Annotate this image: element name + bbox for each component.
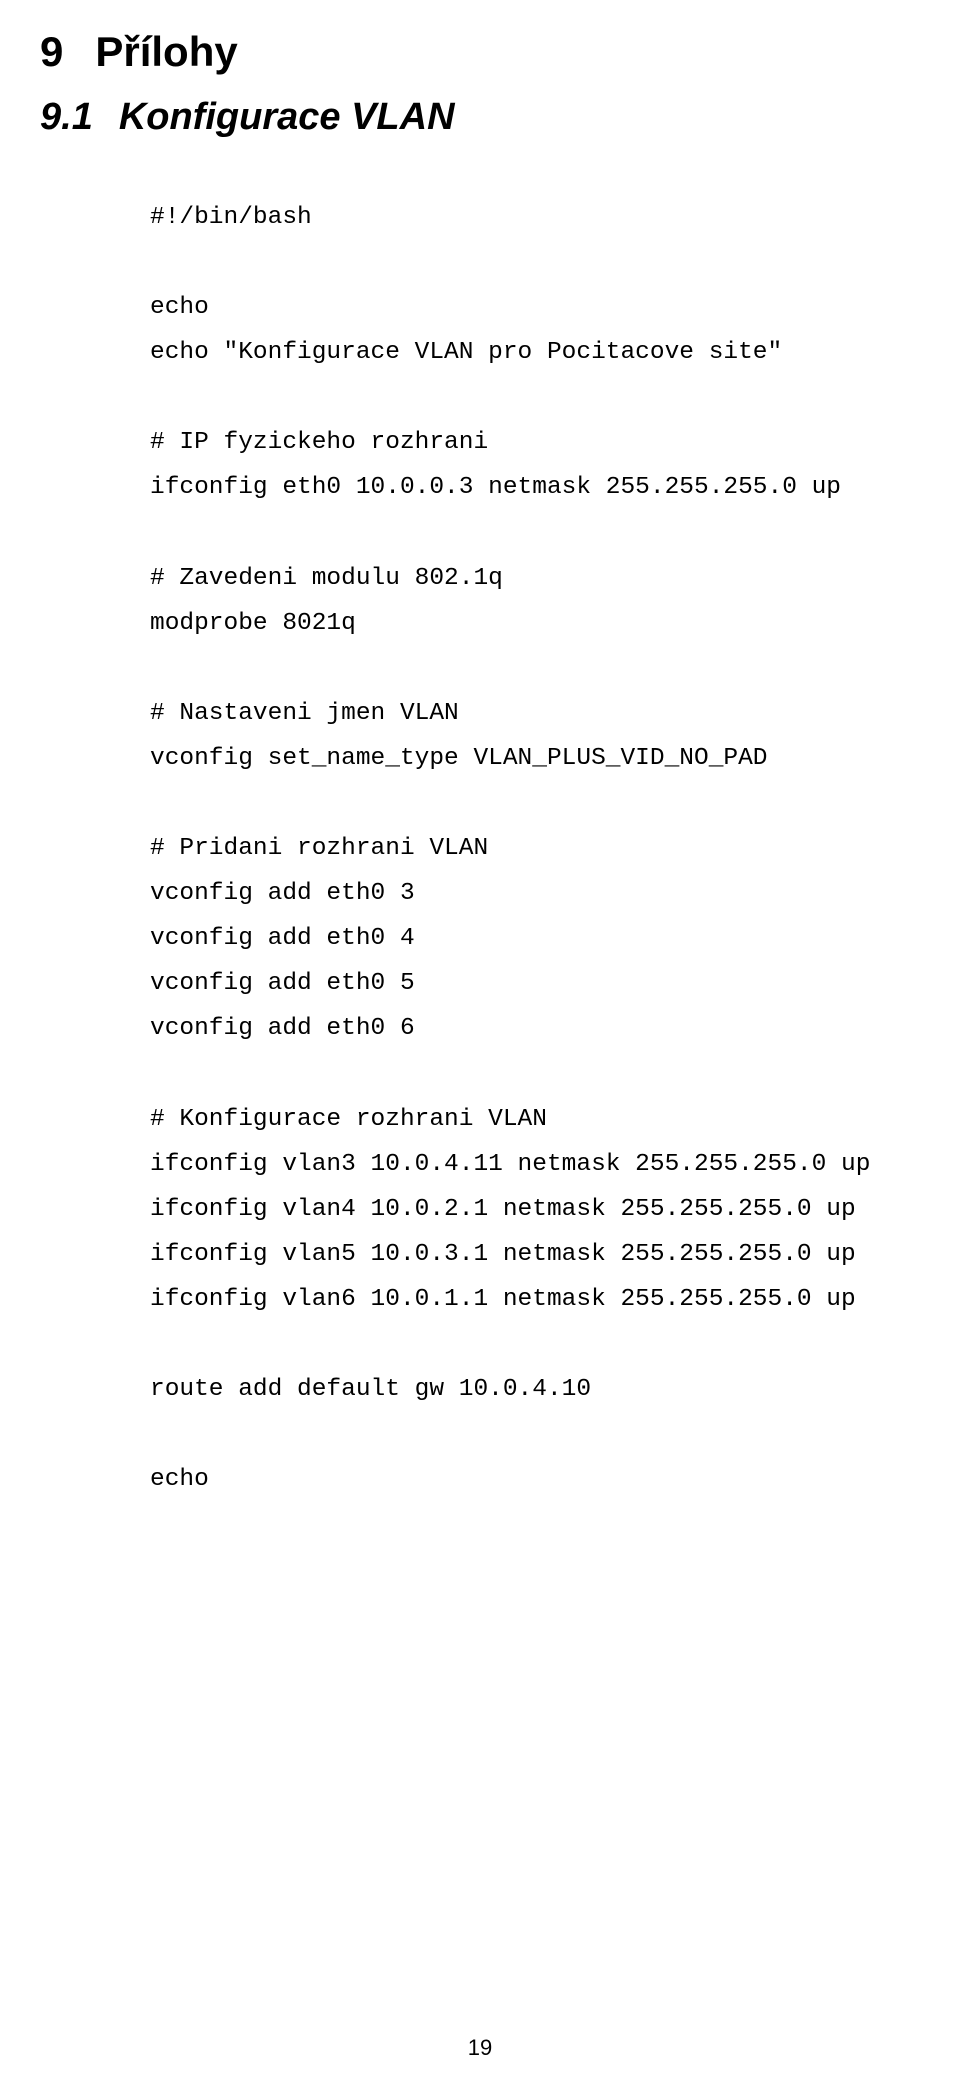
code-line: vconfig set_name_type VLAN_PLUS_VID_NO_P… [150, 745, 768, 772]
code-line: # Nastaveni jmen VLAN [150, 700, 459, 727]
code-line: ifconfig vlan4 10.0.2.1 netmask 255.255.… [150, 1196, 856, 1223]
code-line: vconfig add eth0 6 [150, 1015, 415, 1042]
page-container: 9 Přílohy 9.1 Konfigurace VLAN #!/bin/bash… [0, 0, 960, 2093]
chapter-title: Přílohy [95, 28, 237, 75]
page-number: 19 [0, 2035, 960, 2061]
code-line: # Konfigurace rozhrani VLAN [150, 1106, 547, 1133]
section-number: 9.1 [40, 96, 93, 139]
code-line: vconfig add eth0 4 [150, 925, 415, 952]
section-title: Konfigurace VLAN [119, 96, 455, 138]
chapter-heading: 9 Přílohy [40, 28, 920, 76]
code-line: echo [150, 1466, 209, 1493]
code-line: echo [150, 294, 209, 321]
code-line: # Zavedeni modulu 802.1q [150, 565, 503, 592]
code-line: # IP fyzickeho rozhrani [150, 429, 488, 456]
code-line: ifconfig vlan3 10.0.4.11 netmask 255.255… [150, 1151, 870, 1178]
code-line: modprobe 8021q [150, 610, 356, 637]
code-line: vconfig add eth0 3 [150, 880, 415, 907]
code-line: ifconfig vlan6 10.0.1.1 netmask 255.255.… [150, 1286, 856, 1313]
code-line: # Pridani rozhrani VLAN [150, 835, 488, 862]
code-line: vconfig add eth0 5 [150, 970, 415, 997]
code-line: echo "Konfigurace VLAN pro Pocitacove si… [150, 339, 782, 366]
code-block: #!/bin/bash echo echo "Konfigurace VLAN … [150, 195, 920, 1502]
code-line: #!/bin/bash [150, 204, 312, 231]
chapter-number: 9 [40, 28, 63, 76]
code-line: route add default gw 10.0.4.10 [150, 1376, 591, 1403]
section-heading: 9.1 Konfigurace VLAN [40, 96, 920, 139]
code-line: ifconfig vlan5 10.0.3.1 netmask 255.255.… [150, 1241, 856, 1268]
code-line: ifconfig eth0 10.0.0.3 netmask 255.255.2… [150, 474, 841, 501]
